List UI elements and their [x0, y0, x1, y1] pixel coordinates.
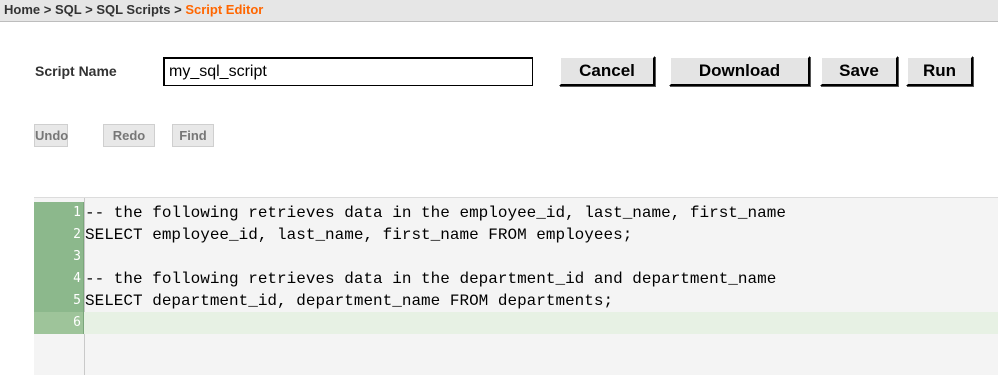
cancel-button[interactable]: Cancel [559, 56, 655, 86]
code-line[interactable]: 3 [34, 246, 998, 268]
breadcrumb-separator: > [174, 2, 182, 17]
save-button[interactable]: Save [820, 56, 898, 86]
script-name-input[interactable] [163, 57, 533, 86]
line-number: 4 [34, 268, 84, 290]
code-line-text: -- the following retrieves data in the e… [85, 204, 786, 222]
breadcrumb-separator: > [43, 2, 52, 17]
undo-button[interactable]: Undo [34, 124, 68, 147]
breadcrumb-sql-scripts-link[interactable]: SQL Scripts [96, 2, 170, 17]
line-number: 5 [34, 290, 84, 312]
code-line-active[interactable]: 6 [34, 312, 998, 334]
run-button[interactable]: Run [906, 56, 973, 86]
script-name-label: Script Name [35, 63, 117, 79]
code-line[interactable]: 4 -- the following retrieves data in the… [34, 268, 998, 290]
breadcrumb: Home > SQL > SQL Scripts > Script Editor [0, 0, 998, 22]
code-editor[interactable]: 1 -- the following retrieves data in the… [34, 197, 998, 375]
line-number: 1 [34, 202, 84, 224]
line-number: 2 [34, 224, 84, 246]
breadcrumb-home-link[interactable]: Home [4, 2, 40, 17]
redo-button[interactable]: Redo [103, 124, 155, 147]
find-button[interactable]: Find [172, 124, 214, 147]
breadcrumb-sql-link[interactable]: SQL [55, 2, 82, 17]
code-line-text: -- the following retrieves data in the d… [85, 270, 777, 288]
line-number: 6 [34, 312, 84, 334]
code-line[interactable]: 2 SELECT employee_id, last_name, first_n… [34, 224, 998, 246]
code-line-text: SELECT employee_id, last_name, first_nam… [85, 226, 633, 244]
code-line[interactable]: 1 -- the following retrieves data in the… [34, 202, 998, 224]
breadcrumb-separator: > [85, 2, 93, 17]
breadcrumb-current-page: Script Editor [185, 2, 264, 17]
code-line[interactable]: 5 SELECT department_id, department_name … [34, 290, 998, 312]
download-button[interactable]: Download [669, 56, 810, 86]
code-line-text: SELECT department_id, department_name FR… [85, 292, 614, 310]
line-number: 3 [34, 246, 84, 268]
